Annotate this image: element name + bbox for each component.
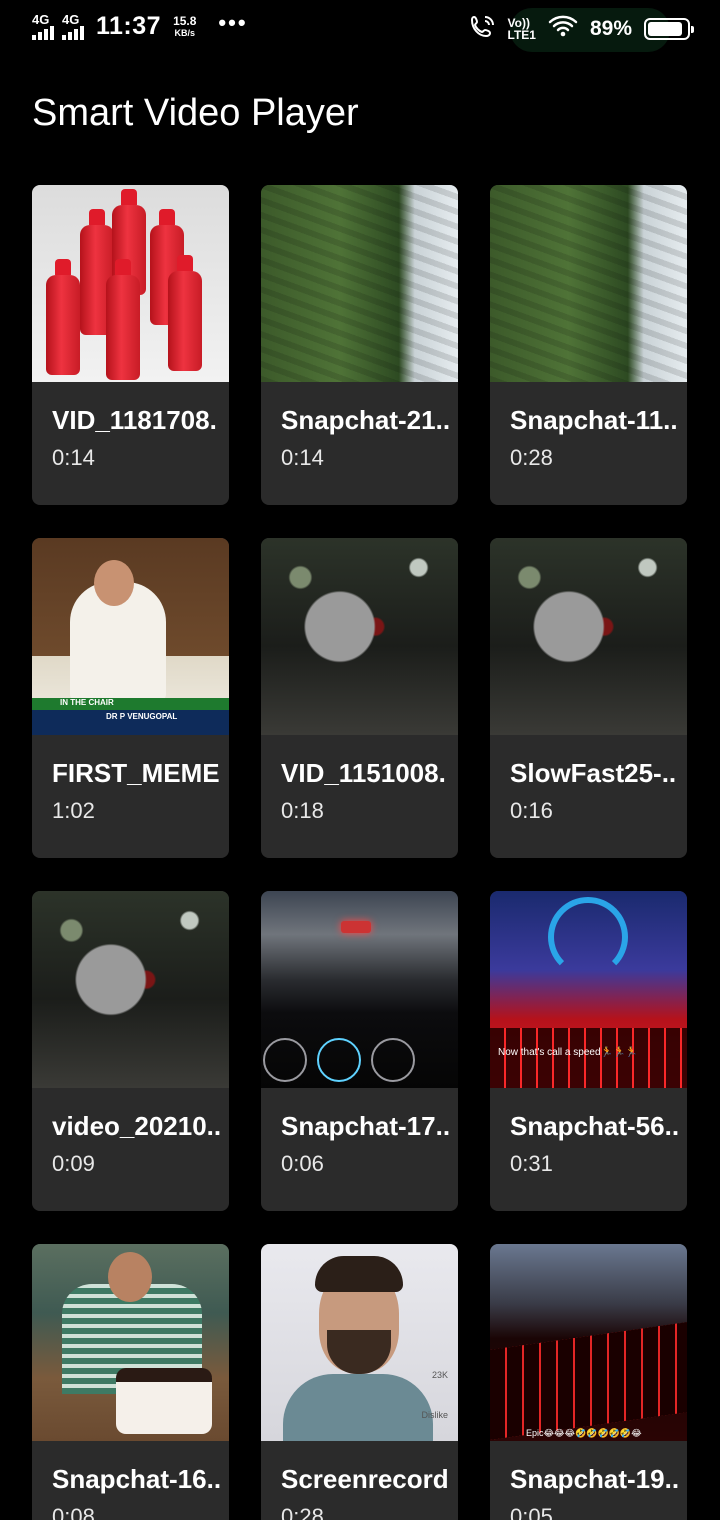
video-title: video_20210.. — [52, 1111, 221, 1141]
video-card[interactable]: VID_1181708. 0:14 — [32, 185, 229, 505]
video-title: SlowFast25-.. — [510, 758, 677, 788]
video-duration: 0:06 — [281, 1151, 324, 1176]
wifi-calling-icon — [470, 14, 496, 43]
video-duration: 0:14 — [52, 445, 95, 470]
thumbnail-overlay-text: DR P VENUGOPAL — [106, 712, 178, 721]
thumbnail-caption: Now that's call a speed🏃🏃🏃 — [498, 1047, 638, 1058]
signal-2: 4G — [62, 13, 84, 40]
video-duration: 0:18 — [281, 798, 324, 823]
video-card[interactable]: VID_1151008. 0:18 — [261, 538, 458, 858]
more-notifications-icon: ••• — [218, 9, 248, 35]
status-time: 11:37 — [96, 12, 162, 40]
video-card[interactable]: Snapchat-21.. 0:14 — [261, 185, 458, 505]
video-title: Screenrecord. — [281, 1464, 450, 1494]
video-thumbnail[interactable] — [32, 1244, 229, 1441]
video-thumbnail[interactable] — [261, 538, 458, 735]
video-thumbnail[interactable] — [261, 185, 458, 382]
video-card[interactable]: 23K Dislike Screenrecord. 0:28 — [261, 1244, 458, 1520]
video-card[interactable]: Now that's call a speed🏃🏃🏃 Snapchat-56..… — [490, 891, 687, 1211]
video-grid: VID_1181708. 0:14 Snapchat-21.. 0:14 Sna… — [32, 185, 688, 1520]
signal-bars-1-icon — [32, 26, 54, 40]
video-duration: 0:09 — [52, 1151, 95, 1176]
thumbnail-overlay-text: IN THE CHAIR — [60, 698, 114, 707]
network-speed-value: 15.8 — [173, 13, 197, 28]
video-thumbnail[interactable] — [32, 891, 229, 1088]
video-duration: 0:14 — [281, 445, 324, 470]
video-title: Snapchat-56.. — [510, 1111, 679, 1141]
video-thumbnail[interactable]: 23K Dislike — [261, 1244, 458, 1441]
signal-bars-2-icon — [62, 26, 84, 40]
video-duration: 1:02 — [52, 798, 95, 823]
video-duration: 0:31 — [510, 1151, 553, 1176]
battery-percent: 89% — [589, 16, 632, 40]
video-card[interactable]: SlowFast25-.. 0:16 — [490, 538, 687, 858]
video-thumbnail[interactable] — [490, 185, 687, 382]
video-thumbnail[interactable]: IN THE CHAIR DR P VENUGOPAL — [32, 538, 229, 735]
video-duration: 0:28 — [510, 445, 553, 470]
video-title: Snapchat-21.. — [281, 405, 450, 435]
video-title: FIRST_MEME. — [52, 758, 221, 788]
video-thumbnail[interactable]: Epic😂😂😂🤣🤣🤣🤣🤣😂 — [490, 1244, 687, 1441]
video-card[interactable]: Epic😂😂😂🤣🤣🤣🤣🤣😂 Snapchat-19.. 0:05 — [490, 1244, 687, 1520]
video-title: Snapchat-11.. — [510, 405, 678, 435]
thumbnail-dislike-label: Dislike — [421, 1410, 448, 1420]
video-title: VID_1151008. — [281, 758, 446, 788]
video-duration: 0:16 — [510, 798, 553, 823]
video-thumbnail[interactable] — [32, 185, 229, 382]
page-title: Smart Video Player — [32, 92, 359, 134]
thumbnail-like-count: 23K — [431, 1370, 448, 1380]
video-card[interactable]: video_20210.. 0:09 — [32, 891, 229, 1211]
video-title: Snapchat-17.. — [281, 1111, 450, 1141]
video-card[interactable]: Snapchat-17.. 0:06 — [261, 891, 458, 1211]
video-title: Snapchat-16.. — [52, 1464, 221, 1494]
network-speed-unit: KB/s — [174, 27, 195, 38]
video-duration: 0:05 — [510, 1504, 553, 1520]
video-thumbnail[interactable] — [261, 891, 458, 1088]
network-speed: 15.8 KB/s — [173, 15, 196, 39]
video-card[interactable]: Snapchat-11.. 0:28 — [490, 185, 687, 505]
network-type-1: 4G — [32, 12, 50, 27]
video-title: Snapchat-19.. — [510, 1464, 679, 1494]
status-bar: 4G 4G 11:37 15.8 KB/s ••• Vo)) LTE1 89% — [0, 0, 720, 58]
battery-icon — [644, 17, 694, 40]
video-card[interactable]: IN THE CHAIR DR P VENUGOPAL FIRST_MEME. … — [32, 538, 229, 858]
wifi-icon — [548, 15, 578, 42]
video-duration: 0:08 — [52, 1504, 95, 1520]
network-type-2: 4G — [62, 12, 80, 27]
signal-1: 4G — [32, 13, 54, 40]
video-card[interactable]: Snapchat-16.. 0:08 — [32, 1244, 229, 1520]
video-thumbnail[interactable] — [490, 538, 687, 735]
lte-label: LTE1 — [507, 27, 536, 42]
video-duration: 0:28 — [281, 1504, 324, 1520]
volte-label: Vo)) — [507, 15, 530, 30]
video-thumbnail[interactable]: Now that's call a speed🏃🏃🏃 — [490, 891, 687, 1088]
video-title: VID_1181708. — [52, 405, 217, 435]
thumbnail-caption: Epic😂😂😂🤣🤣🤣🤣🤣😂 — [526, 1428, 642, 1438]
volte-indicator: Vo)) LTE1 — [508, 17, 536, 41]
